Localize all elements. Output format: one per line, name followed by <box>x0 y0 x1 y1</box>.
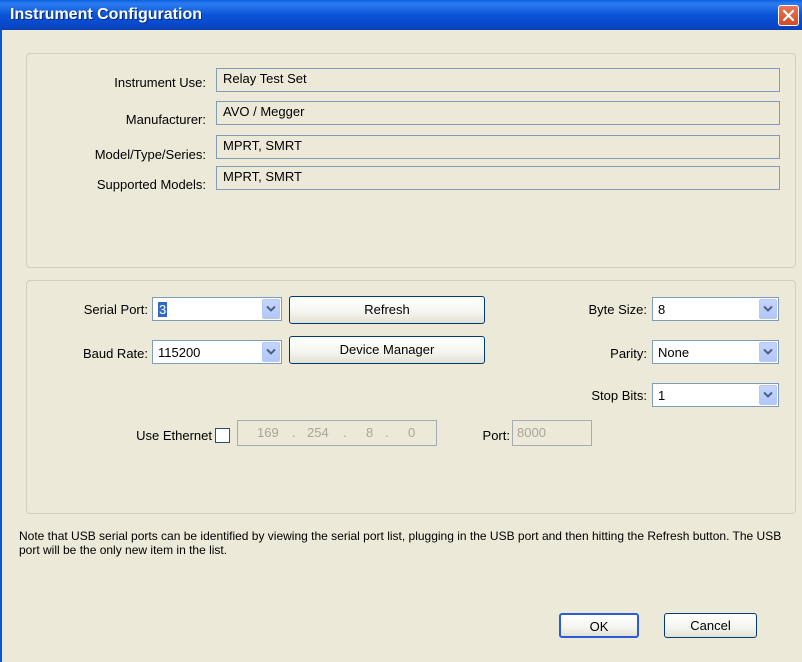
manufacturer-value: AVO / Megger <box>223 104 305 119</box>
manufacturer-field: AVO / Megger <box>216 101 780 125</box>
device-manager-button-label: Device Manager <box>339 342 435 357</box>
supported-models-value: MPRT, SMRT <box>223 169 302 184</box>
ip-octet-3: 8 <box>366 425 374 440</box>
parity-select[interactable]: None <box>652 340 779 364</box>
use-ethernet-label: Use Ethernet <box>136 428 212 443</box>
chevron-down-icon <box>763 305 773 312</box>
title-bar: Instrument Configuration <box>0 0 802 30</box>
usb-note-text: Note that USB serial ports can be identi… <box>19 529 782 557</box>
ip-address-field[interactable]: 169 . 254 . 8 . 0 <box>237 420 437 446</box>
model-field: MPRT, SMRT <box>216 135 780 159</box>
baud-rate-label: Baud Rate: <box>82 346 148 361</box>
serial-port-select[interactable]: 3 <box>152 297 282 321</box>
instrument-use-value: Relay Test Set <box>223 71 307 86</box>
stop-bits-label: Stop Bits: <box>591 388 647 403</box>
refresh-button-label: Refresh <box>364 302 410 317</box>
supported-models-field: MPRT, SMRT <box>216 166 780 190</box>
ip-octet-4: 0 <box>408 425 416 440</box>
chevron-down-icon <box>266 348 276 355</box>
byte-size-label: Byte Size: <box>588 302 647 317</box>
use-ethernet-checkbox[interactable] <box>215 428 230 443</box>
serial-port-dropdown-button[interactable] <box>262 299 280 319</box>
instrument-use-label: Instrument Use: <box>114 75 206 90</box>
ok-button[interactable]: OK <box>559 613 639 638</box>
manufacturer-label: Manufacturer: <box>125 112 206 127</box>
byte-size-select[interactable]: 8 <box>652 297 779 321</box>
byte-size-dropdown-button[interactable] <box>759 299 777 319</box>
refresh-button[interactable]: Refresh <box>289 296 485 324</box>
port-label: Port: <box>482 428 510 443</box>
model-value: MPRT, SMRT <box>223 138 302 153</box>
ip-octet-1: 169 <box>257 425 279 440</box>
serial-port-value: 3 <box>158 302 168 317</box>
close-icon <box>782 9 795 22</box>
ip-octet-2: 254 <box>307 425 329 440</box>
cancel-button[interactable]: Cancel <box>664 613 757 638</box>
close-button[interactable] <box>778 5 799 26</box>
byte-size-value: 8 <box>658 302 666 317</box>
chevron-down-icon <box>763 391 773 398</box>
baud-rate-value: 115200 <box>158 345 201 360</box>
ip-dot: . <box>292 425 296 440</box>
chevron-down-icon <box>266 305 276 312</box>
ok-button-label: OK <box>589 619 609 634</box>
serial-port-label: Serial Port: <box>83 302 148 317</box>
stop-bits-select[interactable]: 1 <box>652 383 779 407</box>
stop-bits-value: 1 <box>658 388 666 403</box>
instrument-use-field: Relay Test Set <box>216 68 780 92</box>
ip-dot: . <box>385 425 389 440</box>
port-field[interactable]: 8000 <box>512 420 592 446</box>
baud-rate-dropdown-button[interactable] <box>262 342 280 362</box>
baud-rate-select[interactable]: 115200 <box>152 340 282 364</box>
stop-bits-dropdown-button[interactable] <box>759 385 777 405</box>
model-label: Model/Type/Series: <box>94 147 206 162</box>
ip-dot: . <box>343 425 347 440</box>
device-manager-button[interactable]: Device Manager <box>289 336 485 364</box>
parity-value: None <box>658 345 690 360</box>
window-title: Instrument Configuration <box>10 6 202 23</box>
parity-label: Parity: <box>610 346 647 361</box>
port-value: 8000 <box>517 425 546 440</box>
cancel-button-label: Cancel <box>690 618 731 633</box>
parity-dropdown-button[interactable] <box>759 342 777 362</box>
chevron-down-icon <box>763 348 773 355</box>
supported-models-label: Supported Models: <box>96 177 206 192</box>
